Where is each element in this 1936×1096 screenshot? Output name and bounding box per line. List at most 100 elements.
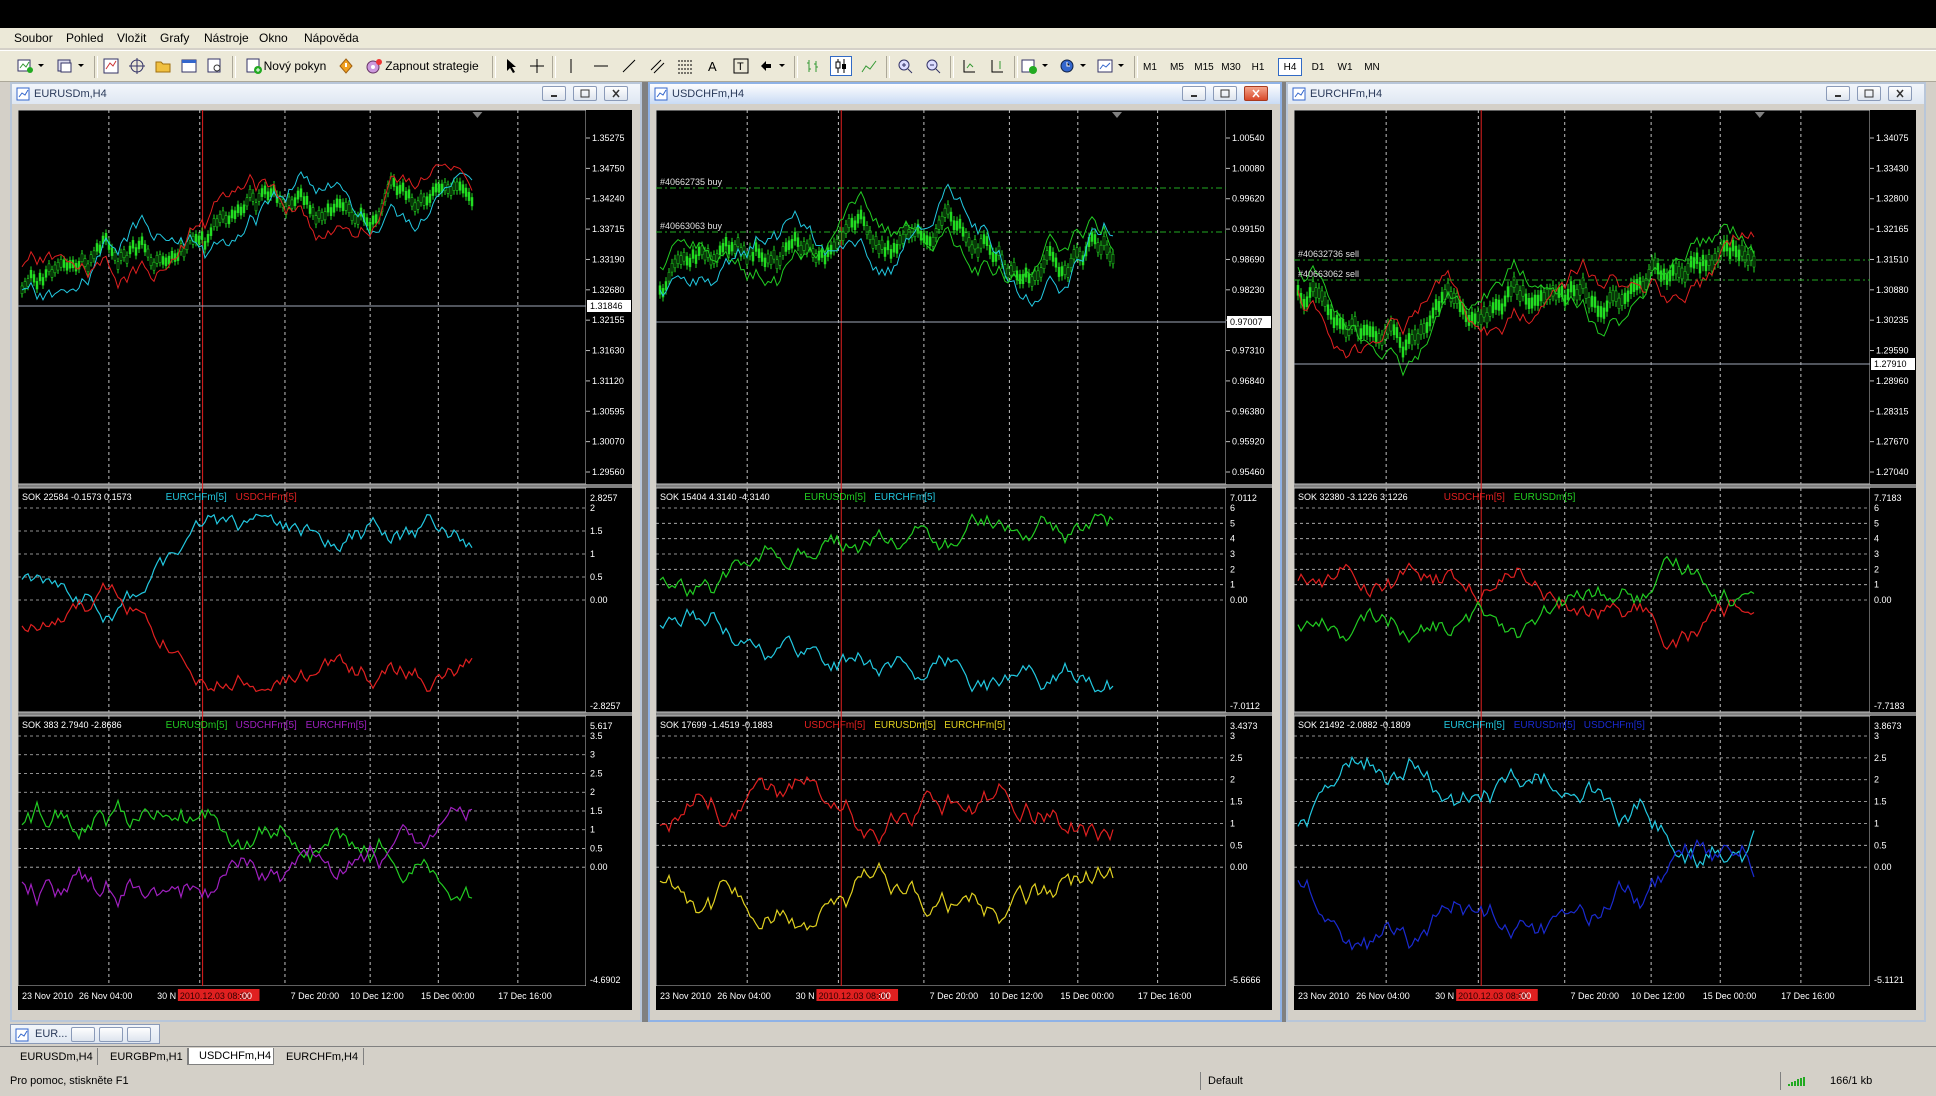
time-axis-label: 30 N — [796, 991, 815, 1001]
crosshair-tool[interactable] — [526, 56, 548, 76]
close-icon — [1252, 89, 1260, 98]
chart-canvas[interactable]: 1.00540 1.00080 0.99620 0.99150 0.98690 0.982… — [656, 110, 1272, 1010]
tab-usdchfm-h4[interactable]: USDCHFm,H4 — [188, 1048, 274, 1065]
chart-canvas[interactable]: 1.34075 1.33430 1.32800 1.32165 1.31510 1.308… — [1294, 110, 1916, 1010]
new-chart-icon — [17, 59, 44, 73]
indicator-axis-label: 1 — [1874, 580, 1879, 590]
restore-button[interactable] — [71, 1027, 95, 1042]
minimize-button[interactable] — [542, 86, 566, 101]
metaeditor-button[interactable] — [336, 56, 356, 76]
minimize-button[interactable] — [1182, 86, 1206, 101]
timeframe-d1[interactable]: D1 — [1306, 58, 1330, 76]
periods-button[interactable] — [1058, 56, 1090, 76]
menu-soubor[interactable]: Soubor — [14, 31, 53, 45]
text-tool[interactable]: A — [702, 56, 724, 76]
trendline-tool[interactable] — [618, 56, 640, 76]
indicator-axis-label: 5 — [1230, 518, 1235, 528]
new-order-button[interactable]: Nový pokyn — [244, 56, 330, 76]
indicator-legend-entry: EURCHFm[5] — [944, 720, 1005, 731]
close-button[interactable] — [1888, 86, 1912, 101]
indicator-axis-label: 3 — [1874, 549, 1879, 559]
indicators-button[interactable] — [1020, 56, 1052, 76]
timeframe-w1[interactable]: W1 — [1333, 58, 1357, 76]
status-traffic: 166/1 kb — [1830, 1075, 1873, 1087]
line-chart-button[interactable] — [858, 56, 880, 76]
chart-shift-button[interactable] — [986, 56, 1008, 76]
timeframe-m5[interactable]: M5 — [1165, 58, 1189, 76]
navigator-button[interactable] — [126, 56, 148, 76]
timeframe-m1[interactable]: M1 — [1138, 58, 1162, 76]
menu-pohled[interactable]: Pohled — [66, 31, 103, 45]
indicator-pane[interactable] — [1294, 715, 1871, 987]
price-pane[interactable] — [656, 110, 1227, 485]
close-button[interactable] — [127, 1027, 151, 1042]
price-pane[interactable] — [1294, 110, 1871, 485]
terminal-button[interactable] — [178, 56, 200, 76]
window-titlebar[interactable]: USDCHFm,H4 — [650, 84, 1280, 104]
maximize-button[interactable] — [573, 86, 597, 101]
time-axis-label: 17 Dec 16:00 — [1781, 991, 1835, 1001]
indicator-pane[interactable] — [18, 715, 587, 987]
order-line-label[interactable]: #40662735 buy — [660, 177, 723, 187]
indicator-axis-label: 2 — [1874, 775, 1879, 785]
data-window-button[interactable] — [152, 56, 174, 76]
bar-chart-button[interactable] — [802, 56, 824, 76]
timeframe-m15[interactable]: M15 — [1192, 58, 1216, 76]
chart-window-eurusd[interactable]: EURUSDm,H4 1.35275 1.34750 1.34240 1.33715 1.… — [10, 82, 642, 1022]
indicator-pane[interactable] — [656, 715, 1227, 987]
close-button[interactable] — [604, 86, 628, 101]
maximize-button[interactable] — [1857, 86, 1881, 101]
chart-window-eurchf[interactable]: EURCHFm,H4 1.34075 1.33430 1.32800 1.32165 1.… — [1286, 82, 1926, 1022]
candle-chart-button[interactable] — [830, 56, 852, 76]
timeframe-h1[interactable]: H1 — [1246, 58, 1270, 76]
cursor-tool[interactable] — [500, 56, 522, 76]
menu-napoveda[interactable]: Nápověda — [304, 31, 359, 45]
fibonacci-tool[interactable] — [674, 56, 696, 76]
zoom-in-button[interactable] — [894, 56, 916, 76]
close-icon — [612, 89, 620, 98]
templates-button[interactable] — [1096, 56, 1128, 76]
channel-tool[interactable] — [646, 56, 668, 76]
minimize-button[interactable] — [1826, 86, 1850, 101]
profiles-button[interactable] — [54, 56, 88, 76]
text-label-tool[interactable]: T — [730, 56, 752, 76]
auto-scroll-button[interactable] — [958, 56, 980, 76]
indicator-axis-label: 2.8257 — [590, 493, 618, 503]
menu-grafy[interactable]: Grafy — [160, 31, 189, 45]
timeframe-mn[interactable]: MN — [1360, 58, 1384, 76]
profiles-icon — [57, 59, 84, 73]
order-line-label[interactable]: #40663063 buy — [660, 221, 723, 231]
chart-window-usdchf[interactable]: USDCHFm,H4 1.00540 1.00080 0.99620 0.99150 0.… — [648, 82, 1282, 1022]
autotrading-button[interactable]: Zapnout strategie — [362, 56, 484, 76]
price-axis-label: 1.31510 — [1876, 254, 1909, 264]
maximize-button[interactable] — [99, 1027, 123, 1042]
vertical-line-tool[interactable] — [560, 56, 582, 76]
menu-nastroje[interactable]: Nástroje — [204, 31, 249, 45]
market-watch-button[interactable] — [100, 56, 122, 76]
window-titlebar[interactable]: EURUSDm,H4 — [12, 84, 640, 104]
order-line-label[interactable]: #40632736 sell — [1298, 249, 1359, 259]
chart-canvas[interactable]: 1.35275 1.34750 1.34240 1.33715 1.33190 1.326… — [18, 110, 632, 1010]
indicator-axis-label: 6 — [1874, 503, 1879, 513]
indicator-axis-label: 0.00 — [590, 595, 608, 605]
time-axis-label: 23 Nov 2010 — [1298, 991, 1349, 1001]
close-button[interactable] — [1244, 86, 1268, 101]
tab-eurchfm-h4[interactable]: EURCHFm,H4 — [276, 1048, 364, 1065]
tab-eurusdm-h4[interactable]: EURUSDm,H4 — [10, 1048, 98, 1065]
horizontal-line-tool[interactable] — [590, 56, 612, 76]
indicator-axis-label: 2 — [1230, 564, 1235, 574]
timeframe-h4[interactable]: H4 — [1278, 58, 1302, 76]
window-titlebar[interactable]: EURCHFm,H4 — [1288, 84, 1924, 104]
vertical-line-icon — [570, 59, 572, 73]
maximize-button[interactable] — [1213, 86, 1237, 101]
order-line-label[interactable]: #40663062 sell — [1298, 269, 1359, 279]
tab-eurgbpm-h1[interactable]: EURGBPm,H1 — [100, 1048, 188, 1065]
strategy-tester-button[interactable] — [204, 56, 226, 76]
menu-okno[interactable]: Okno — [259, 31, 288, 45]
timeframe-m30[interactable]: M30 — [1219, 58, 1243, 76]
new-chart-button[interactable] — [14, 56, 48, 76]
price-pane[interactable] — [18, 110, 587, 485]
arrows-tool[interactable] — [758, 56, 788, 76]
menu-vlozit[interactable]: Vložit — [117, 31, 146, 45]
zoom-out-button[interactable] — [922, 56, 944, 76]
